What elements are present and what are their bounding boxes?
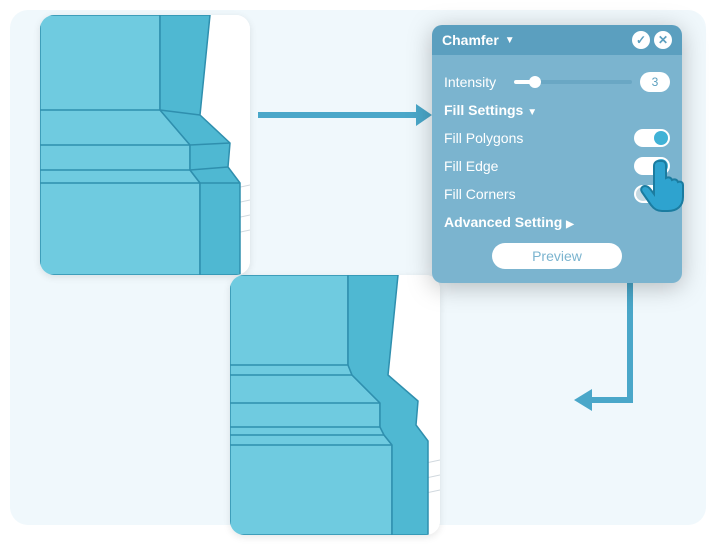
intensity-value[interactable]: 3 (640, 72, 670, 92)
arrow-panel-to-after (570, 260, 670, 435)
panel-title-text: Chamfer (442, 32, 499, 48)
fill-polygons-row: Fill Polygons (444, 127, 670, 149)
fill-corners-row: Fill Corners (444, 183, 670, 205)
check-icon: ✓ (636, 33, 646, 47)
fill-settings-header[interactable]: Fill Settings ▼ (444, 99, 670, 121)
intensity-label: Intensity (444, 74, 506, 90)
fill-polygons-label: Fill Polygons (444, 130, 523, 146)
chevron-down-icon: ▼ (527, 107, 537, 118)
confirm-button[interactable]: ✓ (632, 31, 650, 49)
diagram-stage: Chamfer ▼ ✓ ✕ Intensity 3 Fill Settings … (10, 10, 706, 525)
close-icon: ✕ (658, 33, 668, 47)
cancel-button[interactable]: ✕ (654, 31, 672, 49)
dropdown-icon: ▼ (505, 35, 515, 46)
fill-edge-label: Fill Edge (444, 158, 498, 174)
thumbnail-before (40, 15, 250, 275)
intensity-row: Intensity 3 (444, 71, 670, 93)
panel-header: Chamfer ▼ ✓ ✕ (432, 25, 682, 55)
advanced-settings-label: Advanced Setting (444, 214, 562, 230)
intensity-slider[interactable] (514, 80, 632, 84)
advanced-settings-header[interactable]: Advanced Setting ▶ (444, 211, 670, 233)
fill-corners-label: Fill Corners (444, 186, 516, 202)
panel-title-row[interactable]: Chamfer ▼ (442, 32, 515, 48)
preview-row: Preview (444, 243, 670, 269)
chamfer-panel: Chamfer ▼ ✓ ✕ Intensity 3 Fill Settings … (432, 25, 682, 283)
fill-edge-row: Fill Edge (444, 155, 670, 177)
arrow-before-to-panel (256, 100, 432, 130)
thumbnail-after (230, 275, 440, 535)
fill-settings-label: Fill Settings (444, 102, 523, 118)
chevron-right-icon: ▶ (566, 219, 574, 230)
panel-header-buttons: ✓ ✕ (632, 31, 672, 49)
fill-polygons-toggle[interactable] (634, 129, 670, 147)
model-before-illustration (40, 15, 250, 275)
model-after-illustration (230, 275, 440, 535)
preview-button[interactable]: Preview (492, 243, 622, 269)
pointer-hand-icon (638, 155, 698, 215)
